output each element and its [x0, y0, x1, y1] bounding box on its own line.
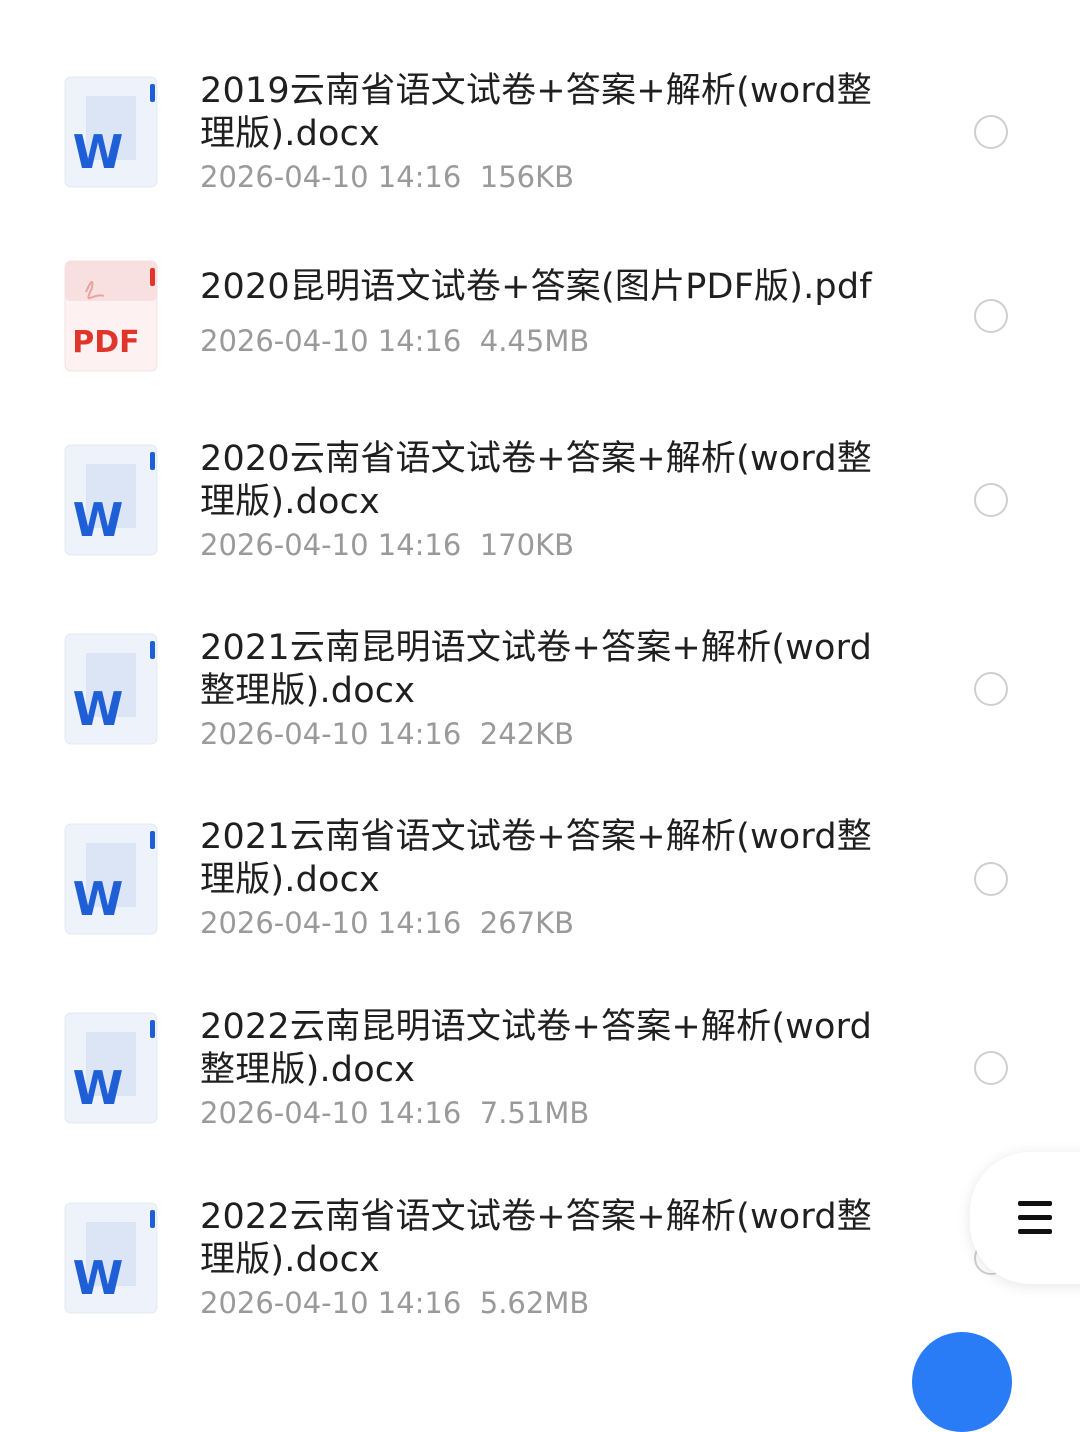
svg-text:W: W	[73, 682, 124, 736]
file-date: 2026-04-10 14:16	[200, 160, 462, 194]
file-size: 242KB	[479, 717, 575, 751]
svg-text:W: W	[73, 1061, 124, 1115]
select-radio[interactable]	[974, 483, 1008, 517]
file-date: 2026-04-10 14:16	[200, 717, 462, 751]
select-radio[interactable]	[974, 862, 1008, 896]
file-date: 2026-04-10 14:16	[200, 906, 462, 940]
file-size: 170KB	[479, 528, 575, 562]
svg-text:W: W	[73, 125, 124, 179]
select-radio[interactable]	[974, 672, 1008, 706]
file-name: 2020昆明语文试卷+答案(图片PDF版).pdf	[200, 267, 872, 307]
file-meta: 2026-04-10 14:16 242KB	[200, 717, 574, 751]
file-meta: 2026-04-10 14:16 4.45MB	[200, 324, 589, 358]
file-name: 2019云南省语文试卷+答案+解析(word整理版).docx	[200, 71, 873, 154]
file-name: 2022云南昆明语文试卷+答案+解析(word整理版).docx	[200, 1007, 873, 1090]
file-list: W 2019云南省语文试卷+答案+解析(word整理版).docx 2026-0…	[0, 0, 1080, 1346]
file-meta: 2026-04-10 14:16 156KB	[200, 160, 574, 194]
svg-text:PDF: PDF	[72, 325, 139, 360]
file-name: 2021云南昆明语文试卷+答案+解析(word整理版).docx	[200, 628, 873, 711]
select-radio[interactable]	[974, 1051, 1008, 1085]
select-radio[interactable]	[974, 299, 1008, 333]
file-size: 156KB	[479, 160, 575, 194]
floating-menu-button[interactable]	[970, 1152, 1080, 1284]
file-size: 4.45MB	[479, 324, 590, 358]
word-doc-icon: W	[64, 823, 158, 935]
svg-text:W: W	[73, 872, 124, 926]
file-size: 5.62MB	[479, 1286, 590, 1320]
word-doc-icon: W	[64, 1012, 158, 1124]
file-name: 2021云南省语文试卷+答案+解析(word整理版).docx	[200, 817, 873, 900]
word-doc-icon: W	[64, 444, 158, 556]
word-doc-icon: W	[64, 76, 158, 188]
file-name: 2022云南省语文试卷+答案+解析(word整理版).docx	[200, 1197, 873, 1280]
file-meta: 2026-04-10 14:16 7.51MB	[200, 1096, 589, 1130]
file-size: 267KB	[479, 906, 575, 940]
file-date: 2026-04-10 14:16	[200, 324, 462, 358]
select-radio[interactable]	[974, 115, 1008, 149]
file-meta: 2026-04-10 14:16 170KB	[200, 528, 574, 562]
word-doc-icon: W	[64, 633, 158, 745]
pdf-doc-icon: PDF	[64, 260, 158, 372]
file-name: 2020云南省语文试卷+答案+解析(word整理版).docx	[200, 439, 873, 522]
svg-text:W: W	[73, 493, 124, 547]
file-meta: 2026-04-10 14:16 267KB	[200, 906, 574, 940]
file-date: 2026-04-10 14:16	[200, 1286, 462, 1320]
file-date: 2026-04-10 14:16	[200, 1096, 462, 1130]
floating-action-button[interactable]	[912, 1332, 1012, 1432]
svg-text:W: W	[73, 1251, 124, 1305]
file-size: 7.51MB	[479, 1096, 590, 1130]
file-meta: 2026-04-10 14:16 5.62MB	[200, 1286, 589, 1320]
file-date: 2026-04-10 14:16	[200, 528, 462, 562]
word-doc-icon: W	[64, 1202, 158, 1314]
menu-icon	[1018, 1201, 1052, 1243]
